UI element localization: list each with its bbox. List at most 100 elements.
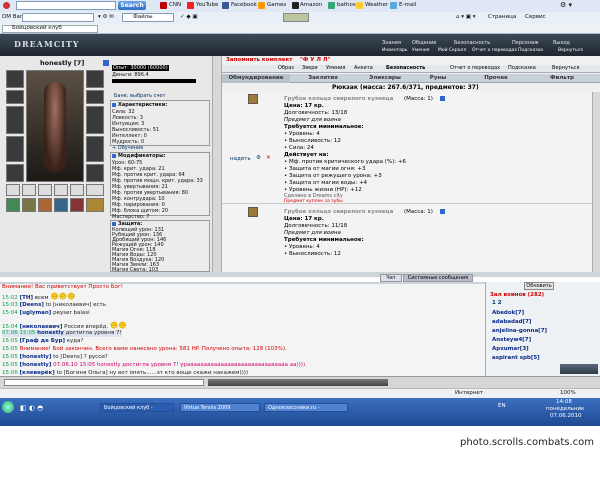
subtab-beasts[interactable]: Звери xyxy=(302,65,318,72)
armor-slot[interactable] xyxy=(6,136,24,162)
search-input[interactable] xyxy=(16,1,116,10)
wear-link[interactable]: надеть xyxy=(230,156,251,163)
ring-slot-4[interactable] xyxy=(54,184,68,196)
chat-nick[interactable]: [honestly] xyxy=(20,362,52,368)
bookmark-cnn[interactable]: CNN xyxy=(169,1,181,9)
tab-spells[interactable]: Заклятия xyxy=(292,74,354,83)
page-menu[interactable]: Страница xyxy=(488,13,516,21)
subtab-image[interactable]: Образ xyxy=(278,65,294,72)
top-menu-exit[interactable]: Выход xyxy=(553,40,570,46)
tab-other[interactable]: Прочее xyxy=(462,74,530,83)
tab-elixirs[interactable]: Эликсиры xyxy=(356,74,414,83)
tools-menu[interactable]: Сервис xyxy=(525,13,546,21)
scroll-slot-2[interactable] xyxy=(22,198,36,212)
remember-set-label[interactable]: Запомнить комплект xyxy=(226,57,292,64)
taskbar-item-fightclub[interactable]: Бойцовский клуб - xyxy=(100,403,174,412)
bookmark-facebook[interactable]: Facebook xyxy=(231,1,257,9)
chat-nick[interactable]: honestly xyxy=(37,330,64,336)
weapon-slot[interactable] xyxy=(6,106,24,134)
scroll-slot-3[interactable] xyxy=(38,198,52,212)
top-menu-character[interactable]: Персонаж xyxy=(512,40,539,46)
bookmark-weather[interactable]: Weather xyxy=(365,1,388,9)
refresh-button[interactable]: Обновить xyxy=(524,282,554,290)
shield-slot[interactable] xyxy=(86,106,104,134)
toolbar-icons[interactable]: ✓ ◆ ▣ xyxy=(180,13,198,21)
dm-tools[interactable]: ▾ ⚙ ✉ xyxy=(98,13,114,21)
toolbar-home-icon[interactable]: ⌂ ▾ ▣ ▾ xyxy=(456,13,475,21)
inventory-scrollbar[interactable] xyxy=(592,92,600,272)
language-indicator[interactable]: EN xyxy=(498,402,506,410)
online-user[interactable]: aspirant spb[5] xyxy=(492,355,540,362)
search-button[interactable]: Search xyxy=(118,1,146,10)
chat-nick[interactable]: [TH] xyxy=(20,295,33,301)
chat-nick[interactable]: [Deens] xyxy=(20,302,44,308)
tab-filter[interactable]: Фильтр xyxy=(532,74,592,83)
tab-runes[interactable]: Руны xyxy=(416,74,460,83)
dm-input[interactable] xyxy=(22,13,94,22)
top-menu-transfers[interactable]: Отчет о переводах xyxy=(472,48,517,53)
top-menu-chat[interactable]: Общение xyxy=(412,40,436,46)
top-menu-skills[interactable]: Умения xyxy=(412,48,429,53)
online-pages[interactable]: 1 2 xyxy=(492,300,502,307)
bookmark-games[interactable]: Games xyxy=(267,1,286,9)
online-user[interactable]: Apxumar[3] xyxy=(492,346,529,353)
ring-slot-3[interactable] xyxy=(38,184,52,196)
system-messages-tab[interactable]: Системные сообщения xyxy=(403,274,473,282)
online-user[interactable]: anjelina-gonna[7] xyxy=(492,328,547,335)
helmet-slot[interactable] xyxy=(6,70,24,88)
chat-input[interactable] xyxy=(4,379,204,386)
subtab-transfers[interactable]: Отчет о переводах xyxy=(450,65,500,72)
leggings-slot[interactable] xyxy=(86,136,104,162)
drop-icon[interactable]: ✕ xyxy=(266,155,271,162)
subtab-skills[interactable]: Умения xyxy=(326,65,345,72)
chat-tab[interactable]: Чат xyxy=(380,274,402,282)
quicklaunch-icons[interactable]: ◧ ◐ ◓ xyxy=(20,404,80,412)
top-menu-return[interactable]: Вернуться xyxy=(558,48,583,53)
item-info-icon[interactable] xyxy=(440,209,445,214)
earrings-slot[interactable] xyxy=(86,70,104,88)
ring-slot-6[interactable] xyxy=(86,184,104,196)
top-menu-scroll[interactable]: Мой Скролл xyxy=(438,48,466,53)
toggle-defense-icon[interactable] xyxy=(112,222,116,226)
scroll-slot-6[interactable] xyxy=(86,198,104,212)
start-button-icon[interactable] xyxy=(2,401,14,413)
online-user[interactable]: Ansteyw4[7] xyxy=(492,337,531,344)
chat-nick[interactable]: [honestly] xyxy=(20,354,52,360)
zoom-level[interactable]: 100% xyxy=(560,389,576,397)
top-menu-security[interactable]: Безопасность xyxy=(454,40,490,46)
top-menu-inventory[interactable]: Инвентарь xyxy=(382,48,408,53)
top-menu-knowledge[interactable]: Знания xyxy=(382,40,401,46)
online-user[interactable]: adabadad[7] xyxy=(492,319,531,326)
scroll-slot-5[interactable] xyxy=(70,198,84,212)
ring-slot-1[interactable] xyxy=(6,184,20,196)
toggle-mods-icon[interactable] xyxy=(112,154,116,158)
item-info-icon[interactable] xyxy=(440,96,445,101)
scroll-slot-1[interactable] xyxy=(6,198,20,212)
chat-nick[interactable]: [uglyman] xyxy=(20,310,52,316)
scroll-slot-4[interactable] xyxy=(54,198,68,212)
wear-icon[interactable]: ⚙ xyxy=(256,155,261,162)
amulet-slot[interactable] xyxy=(6,90,24,104)
online-user[interactable]: Abedok[7] xyxy=(492,310,524,317)
bookmark-bathos[interactable]: bathos xyxy=(337,1,356,9)
subtab-profile[interactable]: Анкета xyxy=(354,65,373,72)
bank-link[interactable]: Банк: выбрать счет xyxy=(114,93,165,99)
taskbar-item-odnoklassniki[interactable]: Одноклассники.ru - xyxy=(264,403,348,412)
chat-buttons[interactable] xyxy=(208,379,388,386)
chat-nick[interactable]: [Граф де Бур] xyxy=(20,338,65,344)
subtab-return[interactable]: Вернуться xyxy=(552,65,580,72)
learning-link[interactable]: + Обучение xyxy=(112,145,143,151)
character-scrollbar[interactable] xyxy=(212,56,221,272)
taskbar-item-tennis[interactable]: Virtua Tennis 2009 xyxy=(180,403,260,412)
subtab-security[interactable]: Безопасность xyxy=(386,65,425,72)
ring-slot-5[interactable] xyxy=(70,184,84,196)
toolbar-options-icon[interactable]: ⚙ ▾ xyxy=(560,1,572,9)
top-menu-hint[interactable]: Подсказка xyxy=(518,48,543,53)
bookmark-email[interactable]: E-mail xyxy=(399,1,416,9)
info-icon[interactable] xyxy=(103,60,109,66)
subtab-hint[interactable]: Подсказка xyxy=(508,65,536,72)
ring-slot-2[interactable] xyxy=(22,184,36,196)
bookmark-amazon[interactable]: Amazon xyxy=(300,1,322,9)
boots-slot[interactable] xyxy=(86,164,104,182)
bookmark-youtube[interactable]: YouTube xyxy=(196,1,218,9)
